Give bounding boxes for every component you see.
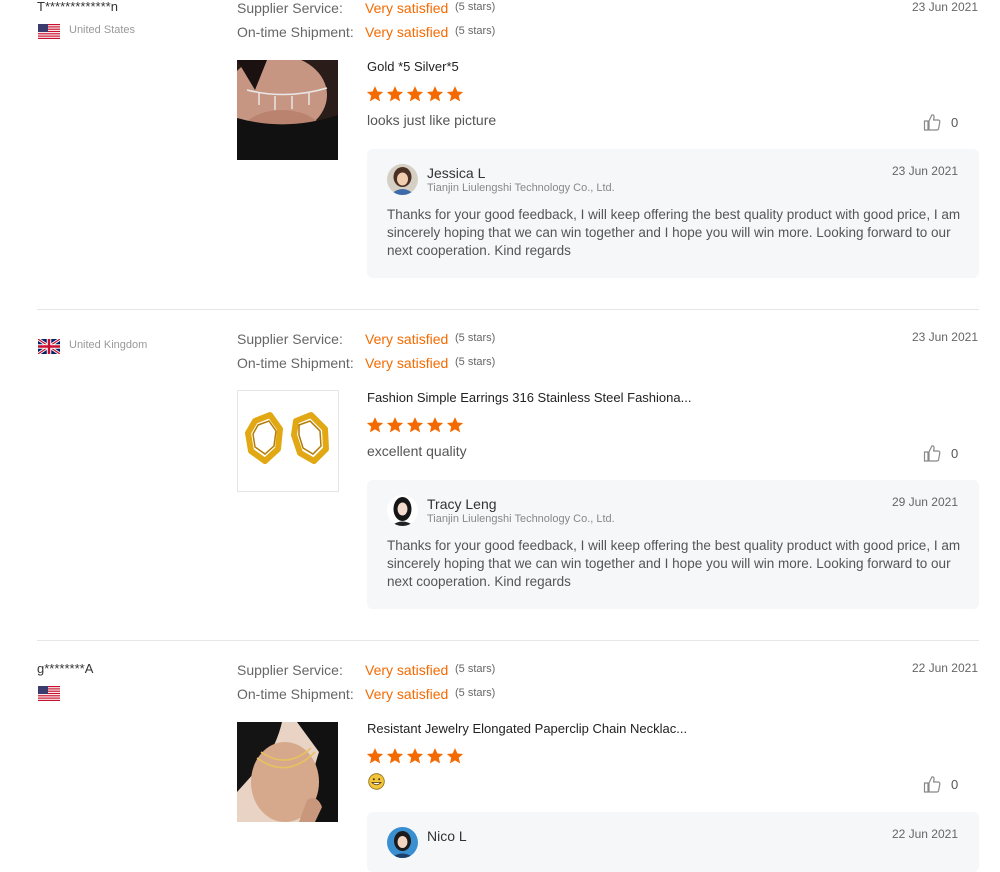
- review-item: g********A Supplier Service: Very satisf…: [0, 641, 1000, 872]
- on-time-shipment-rating: Very satisfied: [365, 686, 449, 702]
- reply-text: Thanks for your good feedback, I will ke…: [387, 538, 961, 589]
- supplier-reply: Nico L 22 Jun 2021: [367, 812, 979, 872]
- reply-text: Thanks for your good feedback, I will ke…: [387, 207, 961, 258]
- supplier-service-label: Supplier Service:: [237, 331, 343, 347]
- review-comment: looks just like picture: [367, 112, 497, 128]
- supplier-service-label: Supplier Service:: [237, 662, 343, 678]
- star-icon: [366, 747, 384, 765]
- review-date: 23 Jun 2021: [911, 0, 978, 14]
- buyer-name: g********A: [37, 661, 94, 676]
- review-comment: excellent quality: [367, 443, 467, 459]
- supplier-reply: Jessica L Tianjin Liulengshi Technology …: [367, 149, 979, 278]
- avatar: [387, 827, 418, 858]
- supplier-service-label: Supplier Service:: [237, 0, 343, 16]
- like-button[interactable]: 0: [922, 443, 958, 463]
- reply-company: Tianjin Liulengshi Technology Co., Ltd.: [427, 182, 615, 194]
- star-rating: [366, 416, 464, 434]
- uk-flag-icon: [38, 339, 60, 354]
- on-time-shipment-label: On-time Shipment:: [237, 355, 354, 371]
- supplier-reply: Tracy Leng Tianjin Liulengshi Technology…: [367, 480, 979, 609]
- reply-date: 29 Jun 2021: [891, 495, 958, 509]
- buyer-country: United States: [69, 24, 136, 36]
- like-count: 0: [951, 776, 959, 792]
- review-item: T*************n United States Supplier S…: [0, 0, 1000, 310]
- product-thumbnail[interactable]: [237, 390, 339, 492]
- review-date: 23 Jun 2021: [911, 330, 978, 344]
- reply-author-name: Nico L: [427, 828, 467, 844]
- product-thumbnail[interactable]: [237, 60, 338, 160]
- buyer-country: United Kingdom: [69, 339, 148, 351]
- product-title[interactable]: Resistant Jewelry Elongated Paperclip Ch…: [367, 721, 687, 736]
- reply-date: 22 Jun 2021: [891, 827, 958, 841]
- supplier-service-rating: Very satisfied: [365, 0, 449, 16]
- star-icon: [426, 416, 444, 434]
- star-icon: [406, 85, 424, 103]
- star-icon: [406, 416, 424, 434]
- like-count: 0: [951, 114, 959, 130]
- supplier-service-rating: Very satisfied: [365, 662, 449, 678]
- avatar: [387, 164, 418, 195]
- reply-date: 23 Jun 2021: [891, 164, 958, 178]
- like-button[interactable]: 0: [922, 774, 958, 794]
- supplier-service-stars: (5 stars): [455, 663, 496, 675]
- like-button[interactable]: 0: [922, 112, 958, 132]
- star-icon: [406, 747, 424, 765]
- thumbs-up-icon: [922, 774, 942, 794]
- star-icon: [366, 85, 384, 103]
- on-time-shipment-stars: (5 stars): [455, 356, 496, 368]
- product-title[interactable]: Fashion Simple Earrings 316 Stainless St…: [367, 390, 691, 405]
- like-count: 0: [951, 445, 959, 461]
- supplier-service-rating: Very satisfied: [365, 331, 449, 347]
- on-time-shipment-stars: (5 stars): [455, 687, 496, 699]
- us-flag-icon: [38, 686, 60, 701]
- star-icon: [426, 747, 444, 765]
- star-icon: [446, 747, 464, 765]
- star-icon: [366, 416, 384, 434]
- reply-company: Tianjin Liulengshi Technology Co., Ltd.: [427, 513, 615, 525]
- supplier-service-stars: (5 stars): [455, 1, 496, 13]
- buyer-name: T*************n: [37, 0, 118, 14]
- us-flag-icon: [38, 24, 60, 39]
- supplier-service-stars: (5 stars): [455, 332, 496, 344]
- avatar: [387, 495, 418, 526]
- product-title[interactable]: Gold *5 Silver*5: [367, 59, 459, 74]
- star-icon: [386, 416, 404, 434]
- on-time-shipment-label: On-time Shipment:: [237, 686, 354, 702]
- product-thumbnail[interactable]: [237, 722, 338, 822]
- star-icon: [426, 85, 444, 103]
- review-item: United Kingdom Supplier Service: Very sa…: [0, 310, 1000, 640]
- star-icon: [446, 416, 464, 434]
- reply-author-name: Jessica L: [427, 165, 486, 181]
- on-time-shipment-rating: Very satisfied: [365, 355, 449, 371]
- on-time-shipment-stars: (5 stars): [455, 25, 496, 37]
- thumbs-up-icon: [922, 112, 942, 132]
- star-icon: [386, 747, 404, 765]
- thumbs-up-icon: [922, 443, 942, 463]
- star-rating: [366, 747, 464, 765]
- review-date: 22 Jun 2021: [911, 661, 978, 675]
- star-rating: [366, 85, 464, 103]
- star-icon: [386, 85, 404, 103]
- grinning-emoji-icon: [368, 773, 385, 790]
- reply-author-name: Tracy Leng: [427, 496, 497, 512]
- on-time-shipment-rating: Very satisfied: [365, 24, 449, 40]
- star-icon: [446, 85, 464, 103]
- on-time-shipment-label: On-time Shipment:: [237, 24, 354, 40]
